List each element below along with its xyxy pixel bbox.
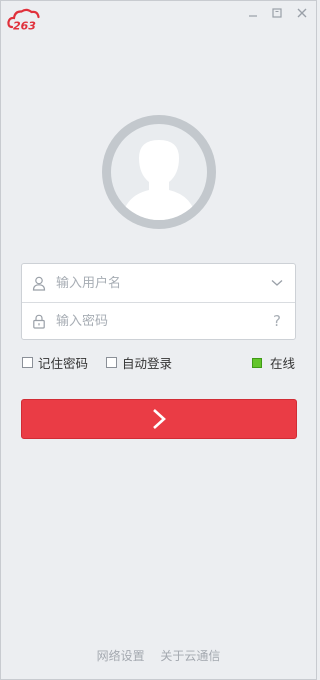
password-input[interactable] [56,313,259,329]
status-selector[interactable]: 在线 [251,353,295,372]
online-status-icon [251,357,262,368]
forgot-password-icon[interactable]: ? [259,312,295,330]
avatar-placeholder-icon [111,124,207,220]
maximize-icon [272,8,282,18]
close-button[interactable] [293,5,311,21]
footer-links: 网络设置 关于云通信 [1,647,316,664]
user-icon [22,276,56,291]
about-link[interactable]: 关于云通信 [160,649,220,663]
login-button[interactable] [21,399,297,439]
minimize-icon [249,15,257,17]
close-icon [297,8,307,18]
login-options: 记住密码 自动登录 在线 [21,350,297,372]
remember-password-checkbox[interactable]: 记住密码 [22,353,88,372]
password-field: ? [22,302,295,340]
chevron-right-icon [153,409,166,429]
username-input[interactable] [56,275,259,291]
minimize-button[interactable] [244,5,262,21]
network-settings-link[interactable]: 网络设置 [97,649,145,663]
auto-login-checkbox[interactable]: 自动登录 [106,353,172,372]
username-field [22,264,295,303]
username-dropdown[interactable] [259,279,295,287]
status-label: 在线 [269,356,295,371]
avatar[interactable] [102,115,216,229]
auto-login-label: 自动登录 [122,356,173,371]
checkbox-box [22,357,33,368]
app-logo: 263 [7,7,47,33]
login-form: ? [21,263,296,340]
checkbox-box [106,357,117,368]
lock-icon [22,314,56,329]
svg-text:263: 263 [13,20,36,33]
maximize-button[interactable] [268,5,286,21]
remember-password-label: 记住密码 [38,356,89,371]
chevron-down-icon [271,280,283,286]
